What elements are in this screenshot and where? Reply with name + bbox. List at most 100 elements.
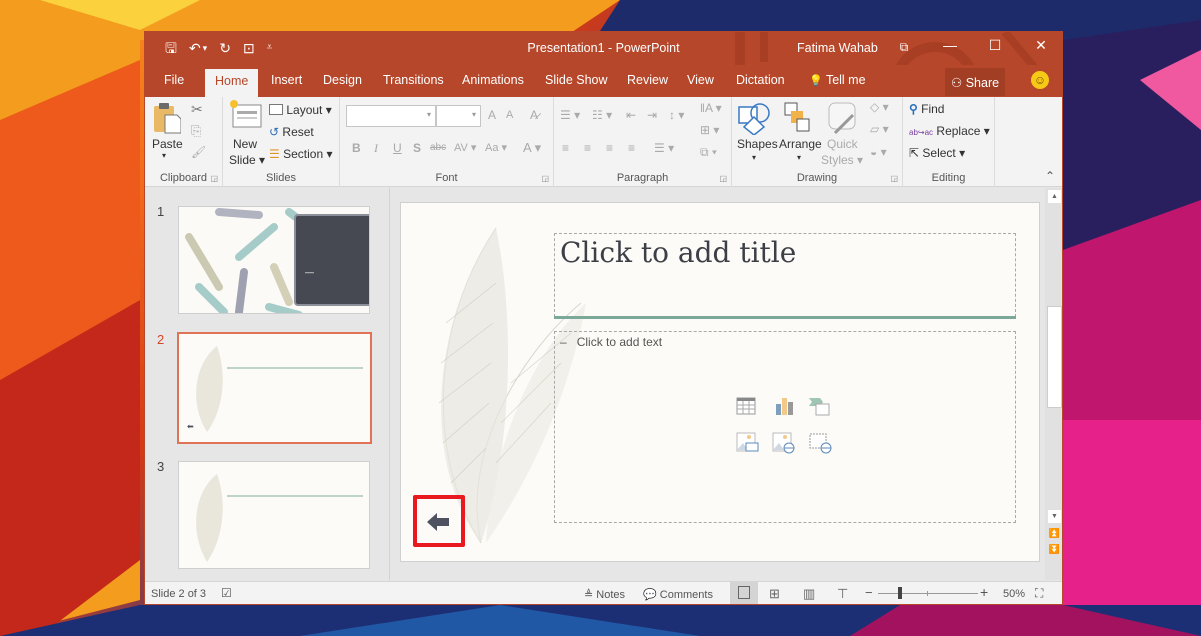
zoom-slider-thumb[interactable]: [898, 587, 903, 599]
online-pictures-icon[interactable]: [772, 432, 796, 454]
convert-smartart-button[interactable]: ⧉ ▾: [700, 145, 717, 160]
find-button[interactable]: ⚲ Find: [909, 102, 944, 116]
tell-me-search[interactable]: 💡 Tell me: [809, 73, 866, 87]
collapse-ribbon-icon[interactable]: ⌃: [1045, 169, 1055, 183]
text-direction-button[interactable]: ‖A ▾: [700, 101, 722, 115]
paragraph-launcher-icon[interactable]: ◲: [719, 174, 727, 183]
tab-transitions[interactable]: Transitions: [383, 73, 444, 87]
copy-icon[interactable]: ⎘: [191, 123, 201, 139]
back-arrow-action-button-highlight[interactable]: [413, 495, 465, 547]
columns-button[interactable]: ☰ ▾: [654, 141, 674, 155]
scroll-down-button[interactable]: ▼: [1048, 510, 1061, 523]
clear-formatting-button[interactable]: A̷: [530, 108, 538, 122]
bullets-button[interactable]: ☰ ▾: [560, 108, 580, 122]
layout-button[interactable]: Layout ▾: [269, 103, 332, 117]
zoom-out-button[interactable]: −: [865, 585, 873, 600]
shape-effects-button[interactable]: ◒ ▾: [870, 145, 887, 159]
center-button[interactable]: ≡: [584, 141, 591, 155]
tab-home[interactable]: Home: [205, 69, 259, 97]
select-button[interactable]: ⇱ Select ▾: [909, 146, 965, 160]
tab-dictation[interactable]: Dictation: [736, 73, 785, 87]
grow-font-button[interactable]: A: [488, 108, 496, 122]
tab-view[interactable]: View: [687, 73, 714, 87]
shape-outline-button[interactable]: ▱ ▾: [870, 122, 889, 136]
quick-styles-button[interactable]: Quick Styles ▾: [821, 101, 865, 171]
shapes-button[interactable]: Shapes ▾: [736, 101, 778, 171]
align-right-button[interactable]: ≡: [606, 141, 613, 155]
drawing-launcher-icon[interactable]: ◲: [890, 174, 898, 183]
paste-button[interactable]: Paste ▾: [151, 101, 185, 167]
shadow-button[interactable]: S: [413, 141, 421, 155]
zoom-in-button[interactable]: +: [980, 584, 988, 600]
shrink-font-button[interactable]: A: [506, 109, 513, 121]
title-placeholder[interactable]: Click to add title: [554, 233, 1016, 317]
maximize-button[interactable]: ☐: [985, 37, 1005, 54]
insert-smartart-icon[interactable]: [808, 396, 830, 416]
shape-fill-button[interactable]: ◇ ▾: [870, 100, 889, 114]
notes-button[interactable]: ≜ Notes: [584, 588, 625, 601]
scroll-up-button[interactable]: ▲: [1048, 190, 1061, 203]
quick-styles-label-2: Styles ▾: [821, 153, 864, 167]
zoom-level[interactable]: 50%: [1003, 588, 1025, 600]
fit-slide-icon[interactable]: ⛶: [1035, 586, 1043, 601]
justify-button[interactable]: ≡: [628, 141, 635, 155]
tab-file[interactable]: File: [164, 73, 184, 87]
font-size-dropdown-icon[interactable]: ▾: [472, 110, 476, 119]
font-name-dropdown-icon[interactable]: ▾: [427, 110, 431, 119]
arrange-button[interactable]: Arrange ▾: [779, 101, 823, 171]
strikethrough-button[interactable]: abc: [430, 142, 446, 153]
tab-design[interactable]: Design: [323, 73, 362, 87]
vertical-scrollbar[interactable]: ▲ ▼ ⏫ ⏬: [1045, 188, 1062, 580]
pictures-icon[interactable]: [736, 432, 760, 454]
comments-button[interactable]: 💬 Comments: [643, 588, 713, 601]
reset-button[interactable]: ↺ Reset: [269, 125, 314, 139]
insert-chart-icon[interactable]: [774, 396, 794, 416]
character-spacing-button[interactable]: AV ▾: [454, 141, 476, 154]
replace-button[interactable]: ab↪ac Replace ▾: [909, 124, 990, 138]
insert-video-icon[interactable]: [809, 432, 833, 454]
tab-insert[interactable]: Insert: [271, 73, 302, 87]
insert-table-icon[interactable]: [736, 396, 756, 416]
new-slide-button[interactable]: New Slide ▾: [229, 99, 267, 169]
underline-button[interactable]: U: [393, 141, 402, 155]
font-name-combo[interactable]: ▾: [346, 105, 436, 127]
font-launcher-icon[interactable]: ◲: [541, 174, 549, 183]
previous-slide-button[interactable]: ⏫: [1048, 528, 1061, 539]
numbering-button[interactable]: ☷ ▾: [592, 108, 612, 122]
tab-animations[interactable]: Animations: [462, 73, 524, 87]
align-text-button[interactable]: ⊞ ▾: [700, 123, 719, 137]
tab-review[interactable]: Review: [627, 73, 668, 87]
slide-show-view-button[interactable]: ⊤: [837, 586, 848, 602]
content-placeholder[interactable]: – Click to add text: [554, 331, 1016, 523]
tab-slide-show[interactable]: Slide Show: [545, 73, 608, 87]
clipboard-launcher-icon[interactable]: ◲: [210, 174, 218, 183]
increase-indent-button[interactable]: ⇥: [647, 108, 657, 122]
slide-sorter-button[interactable]: ⊞: [769, 586, 780, 602]
close-button[interactable]: ✕: [1031, 37, 1051, 54]
cut-icon[interactable]: ✂: [191, 101, 203, 118]
align-left-button[interactable]: ≡: [562, 141, 569, 155]
section-button[interactable]: ☰ Section ▾: [269, 147, 333, 161]
font-color-button[interactable]: A ▾: [523, 140, 541, 156]
zoom-slider-track[interactable]: [878, 593, 978, 594]
scroll-thumb[interactable]: [1047, 306, 1062, 408]
slide-thumbnail-2-selected[interactable]: ⬅: [177, 332, 372, 444]
slide-thumbnail-1[interactable]: —: [178, 206, 370, 314]
feedback-smiley-icon[interactable]: ☺: [1031, 71, 1049, 89]
change-case-button[interactable]: Aa ▾: [485, 141, 507, 154]
ribbon-display-options-icon[interactable]: ⧉: [894, 40, 914, 55]
decrease-indent-button[interactable]: ⇤: [626, 108, 636, 122]
font-size-combo[interactable]: ▾: [436, 105, 481, 127]
spell-check-icon[interactable]: ☑: [221, 586, 232, 600]
normal-view-button[interactable]: [730, 582, 758, 604]
bold-button[interactable]: B: [352, 141, 361, 155]
user-name[interactable]: Fatima Wahab: [797, 41, 878, 55]
share-button[interactable]: ⚇ Share: [945, 68, 1005, 96]
format-painter-icon[interactable]: 🖌: [191, 145, 206, 159]
next-slide-button[interactable]: ⏬: [1048, 544, 1061, 555]
italic-button[interactable]: I: [374, 141, 378, 156]
line-spacing-button[interactable]: ↕ ▾: [669, 108, 684, 122]
minimize-button[interactable]: —: [940, 37, 960, 53]
reading-view-button[interactable]: ▥: [803, 586, 815, 602]
slide-thumbnail-3[interactable]: [178, 461, 370, 569]
